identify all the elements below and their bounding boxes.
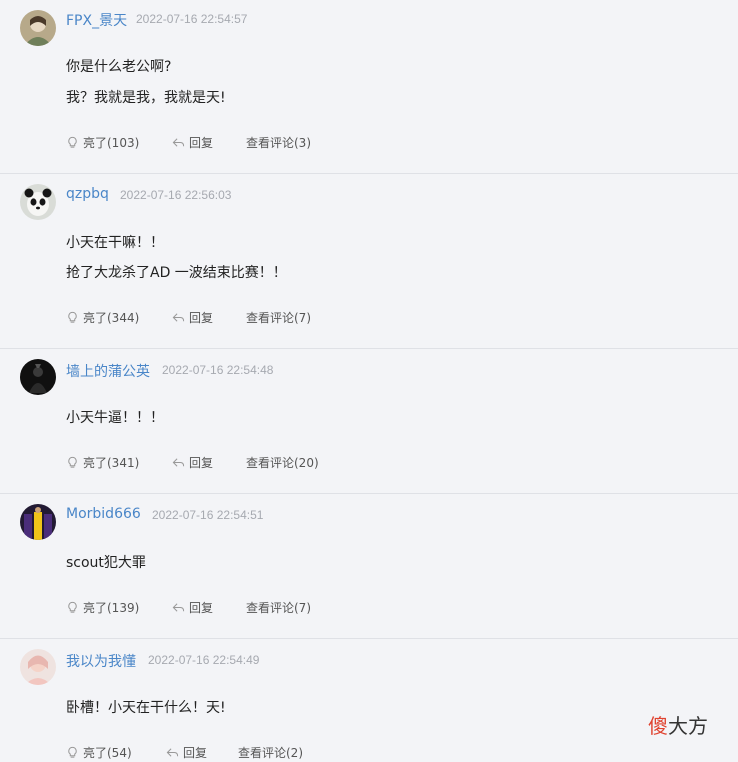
reply-button[interactable]: 回复 bbox=[166, 744, 207, 761]
reply-label: 回复 bbox=[189, 136, 214, 150]
comment-item: Morbid666 2022-07-16 22:54:51 scout犯大罪 亮… bbox=[0, 494, 738, 639]
comment-item: 我以为我懂 2022-07-16 22:54:49 卧槽！小天在干什么！天! 亮… bbox=[0, 639, 738, 762]
username[interactable]: qzpbq bbox=[66, 186, 109, 202]
view-comments-link[interactable]: 查看评论(7) bbox=[246, 599, 311, 616]
reply-arrow-icon bbox=[166, 748, 179, 757]
light-bulb-icon bbox=[68, 311, 77, 323]
like-count: 亮了(341) bbox=[83, 456, 140, 470]
avatar[interactable] bbox=[20, 359, 56, 395]
light-bulb-icon bbox=[68, 601, 77, 613]
reply-label: 回复 bbox=[189, 311, 214, 325]
reply-label: 回复 bbox=[189, 601, 214, 615]
timestamp: 2022-07-16 22:54:57 bbox=[136, 12, 248, 26]
light-bulb-icon bbox=[68, 136, 77, 148]
like-count: 亮了(139) bbox=[83, 601, 140, 615]
light-bulb-icon bbox=[68, 746, 77, 758]
like-count: 亮了(344) bbox=[83, 311, 140, 325]
view-comments-label: 查看评论(7) bbox=[246, 311, 311, 325]
light-bulb-icon bbox=[68, 456, 77, 468]
comment-text: 抢了大龙杀了AD 一波结束比赛！！ bbox=[66, 265, 287, 281]
reply-arrow-icon bbox=[172, 313, 185, 322]
username[interactable]: 我以为我懂 bbox=[66, 651, 136, 671]
comment-text: 小天牛逼！！！ bbox=[66, 410, 164, 426]
view-comments-link[interactable]: 查看评论(20) bbox=[246, 454, 319, 471]
view-comments-label: 查看评论(3) bbox=[246, 136, 311, 150]
comment-text: 你是什么老公啊? bbox=[66, 59, 172, 75]
watermark-accent-char: 傻 bbox=[648, 714, 668, 738]
like-button[interactable]: 亮了(54) bbox=[66, 744, 132, 761]
avatar[interactable] bbox=[20, 649, 56, 685]
comment-text: 我？我就是我，我就是天! bbox=[66, 90, 226, 106]
view-comments-link[interactable]: 查看评论(7) bbox=[246, 309, 311, 326]
view-comments-label: 查看评论(20) bbox=[246, 456, 319, 470]
username[interactable]: Morbid666 bbox=[66, 506, 141, 522]
like-count: 亮了(54) bbox=[83, 746, 132, 760]
reply-arrow-icon bbox=[172, 458, 185, 467]
like-button[interactable]: 亮了(344) bbox=[66, 309, 139, 326]
avatar[interactable] bbox=[20, 504, 56, 540]
comment-item: FPX_景天 2022-07-16 22:54:57 你是什么老公啊? 我？我就… bbox=[0, 0, 738, 174]
comment-item: 墙上的蒲公英 2022-07-16 22:54:48 小天牛逼！！！ 亮了(34… bbox=[0, 349, 738, 494]
watermark: 傻大方 bbox=[648, 710, 708, 739]
timestamp: 2022-07-16 22:56:03 bbox=[120, 188, 232, 202]
comment-text: scout犯大罪 bbox=[66, 555, 146, 571]
view-comments-link[interactable]: 查看评论(2) bbox=[238, 744, 303, 761]
watermark-text: 大方 bbox=[668, 714, 708, 738]
like-button[interactable]: 亮了(139) bbox=[66, 599, 139, 616]
reply-button[interactable]: 回复 bbox=[172, 599, 213, 616]
reply-button[interactable]: 回复 bbox=[172, 454, 213, 471]
reply-label: 回复 bbox=[189, 456, 214, 470]
reply-button[interactable]: 回复 bbox=[172, 134, 213, 151]
like-button[interactable]: 亮了(103) bbox=[66, 134, 139, 151]
reply-label: 回复 bbox=[183, 746, 208, 760]
avatar[interactable] bbox=[20, 10, 56, 46]
username[interactable]: FPX_景天 bbox=[66, 10, 127, 30]
comment-text: 小天在干嘛！！ bbox=[66, 235, 164, 251]
username[interactable]: 墙上的蒲公英 bbox=[66, 361, 150, 381]
reply-button[interactable]: 回复 bbox=[172, 309, 213, 326]
like-button[interactable]: 亮了(341) bbox=[66, 454, 139, 471]
reply-arrow-icon bbox=[172, 603, 185, 612]
timestamp: 2022-07-16 22:54:48 bbox=[162, 363, 274, 377]
comment-text: 卧槽！小天在干什么！天! bbox=[66, 700, 226, 716]
view-comments-label: 查看评论(7) bbox=[246, 601, 311, 615]
timestamp: 2022-07-16 22:54:51 bbox=[152, 508, 264, 522]
avatar[interactable] bbox=[20, 184, 56, 220]
timestamp: 2022-07-16 22:54:49 bbox=[148, 653, 260, 667]
comment-item: qzpbq 2022-07-16 22:56:03 小天在干嘛！！ 抢了大龙杀了… bbox=[0, 174, 738, 349]
reply-arrow-icon bbox=[172, 138, 185, 147]
view-comments-label: 查看评论(2) bbox=[238, 746, 303, 760]
view-comments-link[interactable]: 查看评论(3) bbox=[246, 134, 311, 151]
like-count: 亮了(103) bbox=[83, 136, 140, 150]
